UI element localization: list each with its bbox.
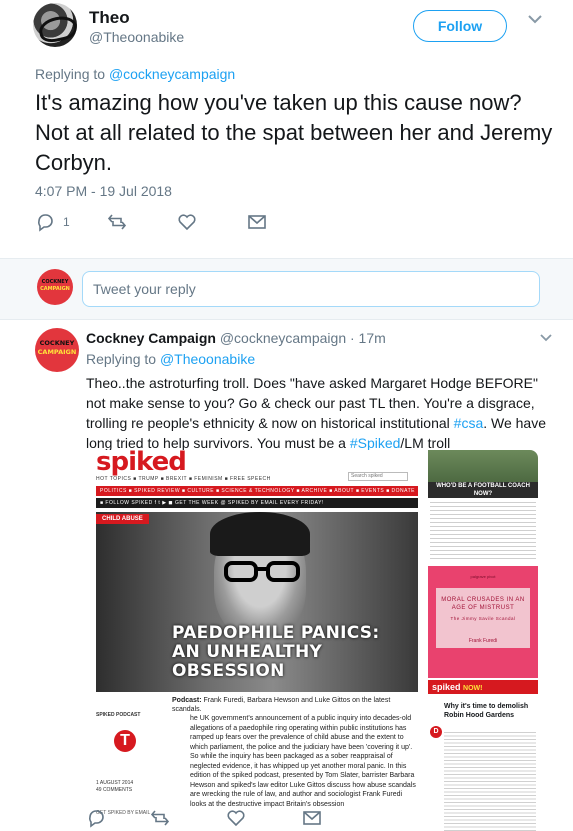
reply-input[interactable]: Tweet your reply <box>82 271 540 307</box>
reply-author-name[interactable]: Cockney Campaign <box>86 330 216 346</box>
headline-line: PAEDOPHILE PANICS: <box>172 623 380 643</box>
reply-action[interactable] <box>86 808 106 828</box>
reply-action[interactable]: 1 <box>35 212 70 232</box>
hashtag-link[interactable]: #Spiked <box>350 435 401 451</box>
book-publisher: palgrave pivot <box>470 574 496 579</box>
reply-icon <box>38 214 53 232</box>
coach-photo: WHO'D BE A FOOTBALL COACH NOW? <box>428 450 538 498</box>
podcast-label: Podcast: <box>172 697 202 704</box>
avatar-text-top: COCKNEY <box>39 339 75 347</box>
book-cover: palgrave pivot MORAL CRUSADES IN AN AGE … <box>428 566 538 678</box>
retweet-action[interactable] <box>107 212 127 232</box>
podcast-text: Frank Furedi, Barbara Hewson and Luke Gi… <box>172 697 391 713</box>
sidebar-text-block <box>430 502 536 562</box>
reply-author[interactable]: Cockney Campaign @cockneycampaign · 17m <box>86 330 386 346</box>
hair-shape <box>210 512 310 556</box>
avatar-text-bottom: CAMPAIGN <box>37 348 77 356</box>
tweet-text: It's amazing how you've taken up this ca… <box>35 90 553 175</box>
tweet-timestamp[interactable]: 4:07 PM - 19 Jul 2018 <box>35 183 172 199</box>
heart-icon <box>178 214 196 231</box>
like-action[interactable] <box>226 808 246 828</box>
follow-bar: ■ FOLLOW SPIKED f t ▶ ◼ GET THE WEEK @ S… <box>96 498 418 508</box>
coach-caption: WHO'D BE A FOOTBALL COACH NOW? <box>428 482 538 498</box>
envelope-icon <box>248 215 266 229</box>
message-action[interactable] <box>247 212 267 232</box>
headline-line: OBSESSION <box>172 661 285 681</box>
date-text: 1 AUGUST 2014 <box>96 780 134 786</box>
reply-actions <box>86 808 536 830</box>
reply-icon <box>89 810 104 828</box>
article-photo: CHILD ABUSE PAEDOPHILE PANICS: AN UNHEAL… <box>96 512 418 692</box>
replying-prefix: Replying to <box>86 351 160 367</box>
like-action[interactable] <box>177 212 197 232</box>
author-name[interactable]: Theo <box>89 8 130 28</box>
robin-dropcap: D <box>430 726 442 738</box>
heart-icon <box>227 810 245 827</box>
tweet-actions: 1 <box>35 212 335 234</box>
envelope-icon <box>303 811 321 825</box>
book-title-text: MORAL CRUSADES IN AN AGE OF MISTRUST <box>441 597 525 611</box>
article-headline: PAEDOPHILE PANICS: AN UNHEALTHY OBSESSIO… <box>172 624 379 681</box>
reply-author-meta: @cockneycampaign · 17m <box>219 330 386 346</box>
book-author: Frank Furedi <box>468 638 498 644</box>
reply-count: 1 <box>63 215 70 229</box>
spiked-ad: spiked NOW! <box>428 680 538 694</box>
reply-author-avatar[interactable]: COCKNEY CAMPAIGN <box>35 328 79 372</box>
book-subtitle: The Jimmy Savile Scandal <box>450 616 516 621</box>
avatar-text-top: COCKNEY <box>41 279 69 285</box>
replying-to-link[interactable]: @Theoonabike <box>160 351 255 367</box>
category-tag: CHILD ABUSE <box>96 514 149 524</box>
main-tweet: Theo @Theoonabike Follow Replying to @co… <box>0 0 573 258</box>
chevron-down-icon[interactable] <box>528 14 542 24</box>
section-label: SPIKED PODCAST <box>96 712 141 718</box>
dropcap: T <box>114 730 136 752</box>
section-nav: POLITICS ■ SPIKED REVIEW ■ CULTURE ■ SCI… <box>96 486 418 496</box>
follow-button[interactable]: Follow <box>413 10 507 42</box>
reply-tweet: COCKNEY CAMPAIGN Cockney Campaign @cockn… <box>0 320 573 831</box>
search-field: Search spiked <box>348 472 408 481</box>
retweet-icon <box>150 810 170 826</box>
author-avatar[interactable] <box>33 3 77 47</box>
article-sidebar: WHO'D BE A FOOTBALL COACH NOW? palgrave … <box>428 450 538 831</box>
message-action[interactable] <box>302 808 322 828</box>
reply-composer: COCKNEY CAMPAIGN Tweet your reply <box>0 259 573 319</box>
chevron-down-icon[interactable] <box>540 334 552 342</box>
comments-count: 49 COMMENTS <box>96 787 133 793</box>
article-body: he UK government's announcement of a pub… <box>190 715 416 808</box>
replying-prefix: Replying to <box>35 66 109 82</box>
attached-image[interactable]: spiked HOT TOPICS ■ TRUMP ■ BREXIT ■ FEM… <box>86 450 538 831</box>
article-date: 1 AUGUST 2014 49 COMMENTS <box>96 780 133 794</box>
replying-to-link[interactable]: @cockneycampaign <box>109 66 235 82</box>
book-title: MORAL CRUSADES IN AN AGE OF MISTRUST The… <box>436 596 530 623</box>
ad-now: NOW! <box>463 685 483 692</box>
robin-headline: Why it's time to demolish Robin Hood Gar… <box>444 703 529 719</box>
glasses-icon <box>224 561 300 582</box>
reply-text-part3: /LM troll <box>400 435 451 451</box>
headline-line: AN UNHEALTHY <box>172 642 323 662</box>
retweet-icon <box>107 214 127 230</box>
composer-avatar: COCKNEY CAMPAIGN <box>37 269 73 305</box>
replying-to: Replying to @cockneycampaign <box>35 66 235 82</box>
hot-topics-nav: HOT TOPICS ■ TRUMP ■ BREXIT ■ FEMINISM ■… <box>96 476 271 482</box>
spiked-logo: spiked <box>96 450 187 477</box>
author-handle[interactable]: @Theoonabike <box>89 29 184 45</box>
ad-logo: spiked <box>432 682 461 692</box>
reply-replying-to: Replying to @Theoonabike <box>86 351 255 367</box>
hashtag-link[interactable]: #csa <box>454 415 484 431</box>
reply-text: Theo..the astroturfing troll. Does "have… <box>86 373 556 453</box>
podcast-caption: Podcast: Frank Furedi, Barbara Hewson an… <box>172 696 412 714</box>
retweet-action[interactable] <box>150 808 170 828</box>
avatar-text-bottom: CAMPAIGN <box>40 286 70 292</box>
article-page: spiked HOT TOPICS ■ TRUMP ■ BREXIT ■ FEM… <box>86 450 426 831</box>
